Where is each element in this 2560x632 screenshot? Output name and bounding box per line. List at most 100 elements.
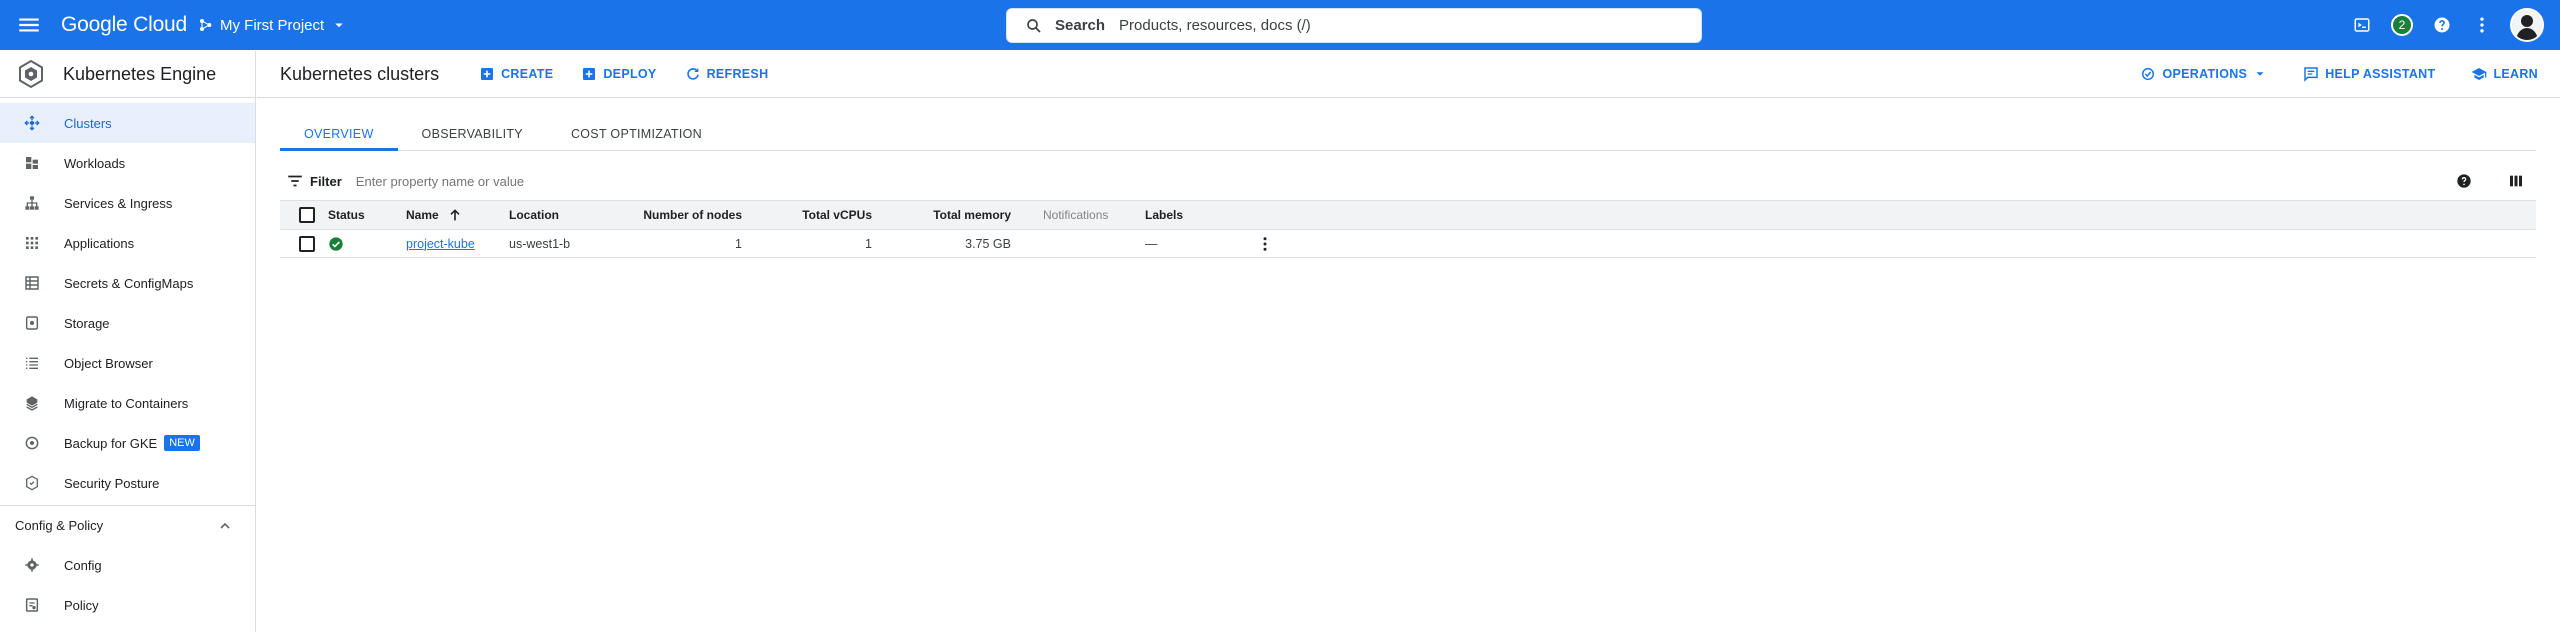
help-assistant-button[interactable]: HELP ASSISTANT: [2303, 66, 2435, 82]
operations-button[interactable]: OPERATIONS: [2140, 66, 2267, 82]
project-icon: [200, 19, 212, 31]
topbar-actions: 2: [2342, 0, 2560, 50]
search-bar[interactable]: Search Products, resources, docs (/): [1006, 8, 1702, 43]
create-label: CREATE: [501, 67, 554, 81]
user-avatar-icon: [2512, 10, 2542, 40]
filter-bar: Filter: [280, 164, 2536, 198]
storage-icon: [22, 313, 42, 333]
create-button[interactable]: CREATE: [479, 66, 553, 82]
more-options-button[interactable]: [2462, 5, 2502, 45]
sidebar-item-clusters[interactable]: Clusters: [0, 103, 255, 143]
column-display-icon[interactable]: [2508, 173, 2524, 189]
tab-cost-optimization[interactable]: COST OPTIMIZATION: [547, 117, 726, 151]
top-bar: Google Cloud My First Project Search Pro…: [0, 0, 2560, 50]
refresh-button[interactable]: REFRESH: [685, 66, 769, 82]
name-cell: project-kube: [406, 237, 509, 251]
notification-count-badge: 2: [2391, 14, 2413, 36]
help-icon: [2434, 17, 2450, 33]
column-header-name[interactable]: Name: [406, 207, 509, 223]
status-cell: [328, 236, 406, 252]
product-title: Kubernetes Engine: [63, 63, 217, 84]
avatar[interactable]: [2510, 8, 2544, 42]
column-header-notifications: Notifications: [1043, 208, 1109, 222]
column-header-labels[interactable]: Labels: [1143, 208, 1250, 222]
select-all-checkbox[interactable]: [299, 207, 315, 223]
tab-overview[interactable]: OVERVIEW: [280, 117, 398, 151]
header-right-actions: OPERATIONS HELP ASSISTANT LEARN: [2104, 66, 2560, 82]
sidebar-item-label: Clusters: [64, 115, 112, 131]
filter-icon[interactable]: [286, 172, 304, 190]
help-button[interactable]: [2422, 5, 2462, 45]
migrate-icon: [22, 393, 42, 413]
row-checkbox[interactable]: [299, 235, 315, 252]
add-box-icon: [481, 68, 494, 80]
section-label: Config & Policy: [15, 518, 104, 533]
filter-input[interactable]: [355, 173, 756, 189]
config-icon: [22, 555, 42, 575]
deploy-button[interactable]: DEPLOY: [581, 66, 656, 82]
help-icon[interactable]: [2456, 173, 2472, 189]
google-cloud-logo[interactable]: Google Cloud: [61, 13, 187, 37]
row-select-cell: [280, 235, 328, 252]
column-header-status[interactable]: Status: [328, 208, 406, 222]
page-title: Kubernetes clusters: [280, 63, 440, 84]
sidebar-item-migrate-to-containers[interactable]: Migrate to Containers: [0, 383, 255, 423]
more-vert-icon: [2480, 17, 2484, 33]
labels-cell: —: [1145, 236, 1158, 251]
column-header-location[interactable]: Location: [509, 208, 619, 222]
caret-down-icon: [2256, 72, 2264, 76]
sidebar-item-security-posture[interactable]: Security Posture: [0, 463, 255, 503]
cluster-name-link[interactable]: project-kube: [406, 237, 475, 251]
sidebar-item-workloads[interactable]: Workloads: [0, 143, 255, 183]
secrets-icon: [22, 273, 42, 293]
refresh-icon: [686, 68, 699, 80]
sidebar-item-policy[interactable]: Policy: [0, 585, 255, 625]
select-all-cell: [280, 207, 328, 223]
sidebar-item-secrets-configmaps[interactable]: Secrets & ConfigMaps: [0, 263, 255, 303]
row-actions-button[interactable]: [1250, 235, 1280, 253]
sidebar-item-backup-for-gke[interactable]: Backup for GKE NEW: [0, 423, 255, 463]
sidebar-item-label: Object Browser: [64, 355, 153, 371]
location-cell: us-west1-b: [509, 236, 571, 251]
clusters-icon: [22, 113, 42, 133]
sidebar-item-label: Migrate to Containers: [64, 395, 189, 411]
sidebar-item-config[interactable]: Config: [0, 545, 255, 585]
project-name: My First Project: [220, 16, 325, 34]
column-header-memory[interactable]: Total memory: [872, 208, 1011, 222]
deploy-label: DEPLOY: [603, 67, 657, 81]
sidebar-item-services-ingress[interactable]: Services & Ingress: [0, 183, 255, 223]
learn-button[interactable]: LEARN: [2471, 66, 2538, 82]
sidebar-item-label: Workloads: [64, 155, 126, 171]
column-header-nodes[interactable]: Number of nodes: [619, 208, 742, 222]
sidebar-header: Kubernetes Engine: [0, 51, 255, 98]
refresh-label: REFRESH: [706, 67, 769, 81]
sidebar-item-label: Config: [64, 557, 102, 573]
security-icon: [22, 473, 42, 493]
search-label: Search: [1055, 17, 1106, 34]
sidebar-item-label: Policy: [64, 597, 99, 613]
sidebar-item-object-browser[interactable]: Object Browser: [0, 343, 255, 383]
sidebar-section-config-policy[interactable]: Config & Policy: [0, 505, 255, 545]
cloud-shell-button[interactable]: [2342, 5, 2382, 45]
sidebar-item-label: Security Posture: [64, 475, 160, 491]
page-header: Kubernetes clusters CREATE DEPLOY REFRES…: [257, 51, 2560, 98]
tab-observability[interactable]: OBSERVABILITY: [398, 117, 547, 151]
backup-icon: [22, 433, 42, 453]
project-picker[interactable]: My First Project: [198, 13, 348, 37]
sidebar: Kubernetes Engine Clusters Workloads Ser…: [0, 51, 256, 632]
table-row[interactable]: project-kube us-west1-b 1 1 3.75 GB —: [280, 230, 2536, 258]
column-header-vcpus[interactable]: Total vCPUs: [742, 208, 872, 222]
sidebar-item-storage[interactable]: Storage: [0, 303, 255, 343]
sidebar-item-applications[interactable]: Applications: [0, 223, 255, 263]
services-icon: [22, 193, 42, 213]
notifications-button[interactable]: 2: [2382, 5, 2422, 45]
help-assistant-label: HELP ASSISTANT: [2325, 67, 2436, 81]
filter-tools: [2456, 173, 2524, 189]
search-placeholder: Products, resources, docs (/): [1119, 17, 1311, 34]
workloads-icon: [22, 153, 42, 173]
deploy-icon: [583, 68, 596, 80]
sidebar-item-label: Secrets & ConfigMaps: [64, 275, 194, 291]
new-badge: NEW: [164, 435, 200, 451]
vcpus-cell: 1: [865, 236, 872, 251]
menu-icon[interactable]: [16, 12, 42, 38]
